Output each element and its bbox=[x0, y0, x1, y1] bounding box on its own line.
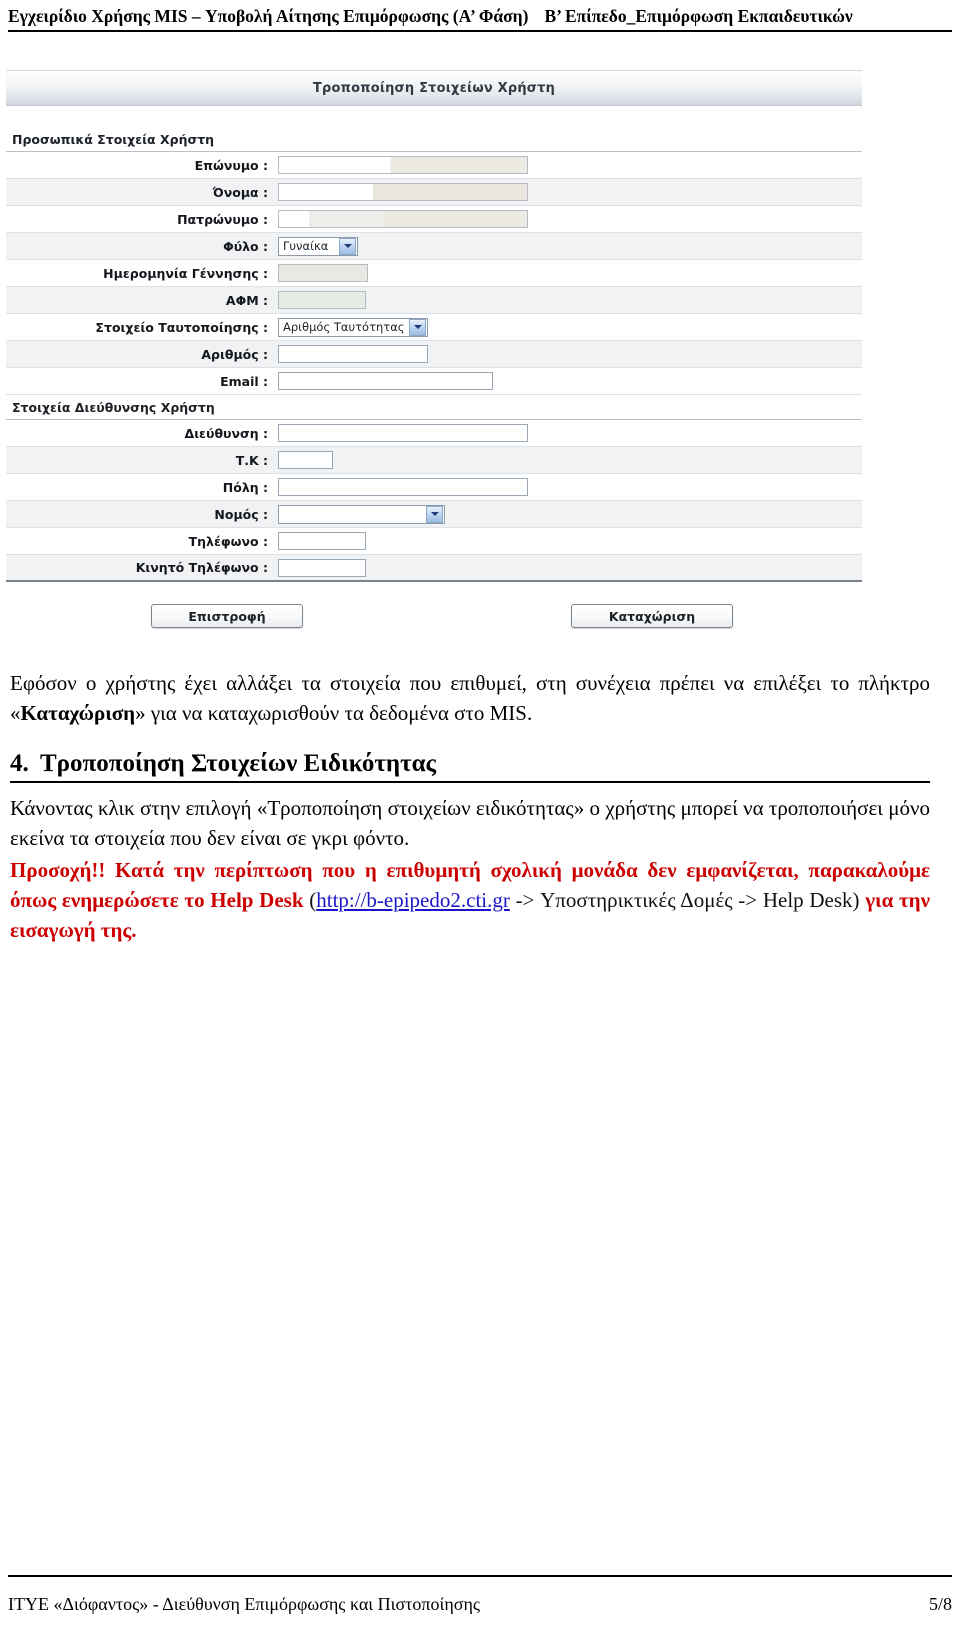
select-idtype[interactable]: Αριθμός Ταυτότητας bbox=[278, 317, 428, 337]
document-page: Εγχειρίδιο Χρήσης MIS – Υποβολή Αίτησης … bbox=[0, 0, 960, 1629]
input-lastname[interactable] bbox=[278, 156, 528, 174]
label-lastname: Επώνυμο : bbox=[194, 157, 268, 173]
label-idnumber: Αριθμός : bbox=[201, 346, 268, 362]
input-firstname[interactable] bbox=[278, 183, 528, 201]
input-birthdate[interactable] bbox=[278, 264, 368, 282]
field-row-lastname: Επώνυμο : bbox=[6, 152, 862, 179]
form-title-bar: Τροποποίηση Στοιχείων Χρήστη bbox=[6, 70, 862, 106]
chevron-down-icon[interactable] bbox=[409, 318, 426, 336]
page-number: 5/8 bbox=[928, 1594, 952, 1614]
section-header-address: Στοιχεία Διεύθυνσης Χρήστη bbox=[6, 395, 862, 420]
input-postcode[interactable] bbox=[278, 451, 333, 469]
section-title: Τροποποίηση Στοιχείων Ειδικότητας bbox=[40, 750, 437, 777]
section-heading-4: 4. Τροποποίηση Στοιχείων Ειδικότητας bbox=[10, 750, 930, 783]
field-row-city: Πόλη : bbox=[6, 474, 862, 501]
field-row-idnumber: Αριθμός : bbox=[6, 341, 862, 368]
chevron-down-icon[interactable] bbox=[339, 237, 356, 255]
field-row-phone: Τηλέφωνο : bbox=[6, 528, 862, 555]
help-desk-link[interactable]: http://b-epipedo2.cti.gr bbox=[316, 888, 510, 912]
p1-part-c: » για να καταχωρισθούν τα δεδομένα στο M… bbox=[135, 701, 533, 725]
field-row-afm: ΑΦΜ : bbox=[6, 287, 862, 314]
field-row-fathername: Πατρώνυμο : bbox=[6, 206, 862, 233]
paragraph-submit-instruction: Εφόσον ο χρήστης έχει αλλάξει τα στοιχεί… bbox=[10, 668, 930, 728]
field-row-postcode: Τ.Κ : bbox=[6, 447, 862, 474]
footer-divider bbox=[8, 1575, 952, 1577]
header-right-text: Β’ Επίπεδο_Επιμόρφωση Εκπαιδευτικών bbox=[544, 6, 853, 26]
field-row-address: Διεύθυνση : bbox=[6, 420, 862, 447]
document-body: Εφόσον ο χρήστης έχει αλλάξει τα στοιχεί… bbox=[10, 668, 930, 947]
input-address[interactable] bbox=[278, 424, 528, 442]
input-afm[interactable] bbox=[278, 291, 366, 309]
form-title: Τροποποίηση Στοιχείων Χρήστη bbox=[312, 80, 556, 96]
field-row-idtype: Στοιχείο Ταυτοποίησης : Αριθμός Ταυτότητ… bbox=[6, 314, 862, 341]
field-row-gender: Φύλο : Γυναίκα bbox=[6, 233, 862, 260]
footer-left-text: ΙΤΥΕ «Διόφαντος» - Διεύθυνση Επιμόρφωσης… bbox=[8, 1594, 480, 1614]
document-footer: ΙΤΥΕ «Διόφαντος» - Διεύθυνση Επιμόρφωσης… bbox=[8, 1594, 952, 1615]
select-prefecture[interactable] bbox=[278, 504, 445, 524]
chevron-down-icon[interactable] bbox=[426, 505, 443, 523]
label-gender: Φύλο : bbox=[223, 238, 268, 254]
label-phone: Τηλέφωνο : bbox=[188, 533, 268, 549]
input-phone[interactable] bbox=[278, 532, 366, 550]
select-idtype-value: Αριθμός Ταυτότητας bbox=[283, 320, 405, 334]
application-screenshot: Τροποποίηση Στοιχείων Χρήστη Προσωπικά Σ… bbox=[6, 70, 862, 628]
form-title-spacer bbox=[6, 106, 862, 127]
field-row-birthdate: Ημερομηνία Γέννησης : bbox=[6, 260, 862, 287]
field-row-email: Email : bbox=[6, 368, 862, 395]
paragraph-specialty-edit: Κάνοντας κλικ στην επιλογή «Τροποποίηση … bbox=[10, 796, 930, 850]
p1-bold-button-name: Καταχώριση bbox=[20, 701, 136, 725]
document-header: Εγχειρίδιο Χρήσης MIS – Υποβολή Αίτησης … bbox=[8, 6, 952, 27]
input-city[interactable] bbox=[278, 478, 528, 496]
section-header-personal-label: Προσωπικά Στοιχεία Χρήστη bbox=[12, 131, 215, 147]
label-fathername: Πατρώνυμο : bbox=[177, 211, 268, 227]
warning-path-text: -> Υποστηρικτικές Δομές -> Help Desk) bbox=[509, 888, 860, 912]
label-email: Email : bbox=[220, 373, 268, 389]
select-gender-value: Γυναίκα bbox=[283, 239, 329, 253]
label-birthdate: Ημερομηνία Γέννησης : bbox=[103, 265, 268, 281]
form-button-row: Επιστροφή Καταχώριση bbox=[6, 594, 862, 649]
label-prefecture: Νομός : bbox=[214, 506, 268, 522]
label-firstname: Όνομα : bbox=[212, 184, 268, 200]
input-fathername[interactable] bbox=[278, 210, 528, 228]
field-row-firstname: Όνομα : bbox=[6, 179, 862, 206]
label-city: Πόλη : bbox=[222, 479, 268, 495]
warning-paren-open: ( bbox=[303, 888, 317, 912]
submit-button[interactable]: Καταχώριση bbox=[571, 604, 733, 628]
input-mobile[interactable] bbox=[278, 558, 366, 577]
header-left-text: Εγχειρίδιο Χρήσης MIS – Υποβολή Αίτησης … bbox=[8, 6, 529, 26]
label-afm: ΑΦΜ : bbox=[225, 292, 268, 308]
section-number: 4. bbox=[10, 750, 29, 777]
field-row-prefecture: Νομός : bbox=[6, 501, 862, 528]
input-idnumber[interactable] bbox=[278, 345, 428, 363]
label-address: Διεύθυνση : bbox=[184, 425, 268, 441]
section-header-personal: Προσωπικά Στοιχεία Χρήστη bbox=[6, 127, 862, 152]
header-divider bbox=[8, 30, 952, 32]
label-postcode: Τ.Κ : bbox=[235, 452, 268, 468]
label-idtype: Στοιχείο Ταυτοποίησης : bbox=[95, 319, 268, 335]
select-gender[interactable]: Γυναίκα bbox=[278, 236, 358, 256]
section-header-address-label: Στοιχεία Διεύθυνσης Χρήστη bbox=[12, 399, 215, 415]
input-email[interactable] bbox=[278, 372, 493, 390]
paragraph-warning: Προσοχή!! Κατά την περίπτωση που η επιθυ… bbox=[10, 855, 930, 945]
back-button[interactable]: Επιστροφή bbox=[151, 604, 303, 628]
label-mobile: Κινητό Τηλέφωνο : bbox=[135, 560, 268, 575]
field-row-mobile: Κινητό Τηλέφωνο : bbox=[6, 555, 862, 582]
